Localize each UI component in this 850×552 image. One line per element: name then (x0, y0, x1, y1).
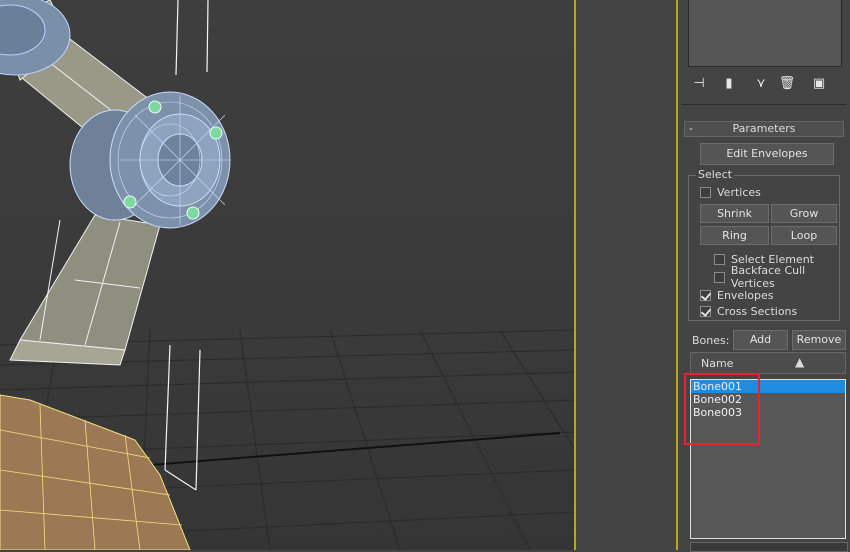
cross-sections-row[interactable]: Cross Sections (700, 304, 797, 318)
viewport-scene (0, 0, 575, 550)
modifier-stack-toolbar: ⊣ ▮ ⋎ 🗑 ▣ (688, 72, 848, 94)
make-unique-icon[interactable]: ⋎ (750, 72, 772, 94)
bones-label: Bones: (692, 334, 730, 347)
perspective-viewport[interactable] (0, 0, 575, 550)
loop-button[interactable]: Loop (771, 226, 837, 245)
edit-envelopes-button[interactable]: Edit Envelopes (700, 143, 834, 165)
grid-axis-line (149, 432, 561, 466)
ring-button[interactable]: Ring (700, 226, 769, 245)
parameters-rollout-header[interactable]: - Parameters (684, 121, 844, 137)
remove-bone-button[interactable]: Remove (792, 330, 846, 350)
cross-sections-label: Cross Sections (717, 304, 798, 318)
rollout-title: Parameters (732, 122, 796, 135)
vertices-checkbox[interactable] (700, 186, 711, 198)
select-group-label: Select (696, 168, 734, 182)
modifier-stack-list[interactable] (688, 0, 842, 67)
grow-button[interactable]: Grow (771, 204, 837, 223)
envelopes-checkbox[interactable] (700, 289, 711, 301)
viewport-gap (576, 0, 677, 550)
vertices-checkbox-row[interactable]: Vertices (700, 185, 761, 199)
remove-modifier-icon[interactable]: 🗑 (776, 72, 798, 94)
bones-list-header[interactable]: Name ▲ (690, 352, 846, 374)
vertices-label: Vertices (717, 185, 761, 199)
bone-helpers (164, 0, 209, 491)
sort-ascending-icon[interactable]: ▲ (795, 355, 804, 369)
configure-modifier-sets-icon[interactable]: ▣ (808, 72, 830, 94)
base-mesh (0, 394, 191, 550)
add-bone-button[interactable]: Add (733, 330, 788, 350)
lower-arm-mesh (19, 214, 161, 351)
show-end-result-icon[interactable]: ▮ (718, 72, 740, 94)
command-panel: ⊣ ▮ ⋎ 🗑 ▣ - Parameters Edit Envelopes Se… (678, 0, 850, 552)
envelopes-row[interactable]: Envelopes (700, 288, 773, 302)
name-column-header[interactable]: Name (701, 357, 733, 370)
select-element-checkbox[interactable] (714, 253, 725, 265)
backface-cull-label: Backface Cull Vertices (730, 264, 806, 290)
divider (682, 104, 846, 105)
shrink-button[interactable]: Shrink (700, 204, 769, 223)
bones-list-bottom-edge (690, 542, 848, 552)
envelopes-label: Envelopes (717, 288, 774, 302)
annotation-highlight-box (684, 373, 760, 445)
backface-cull-row[interactable]: Backface Cull Vertices (714, 264, 850, 290)
backface-cull-checkbox[interactable] (714, 271, 725, 283)
pin-stack-icon[interactable]: ⊣ (688, 72, 710, 94)
cross-sections-checkbox[interactable] (700, 305, 711, 317)
